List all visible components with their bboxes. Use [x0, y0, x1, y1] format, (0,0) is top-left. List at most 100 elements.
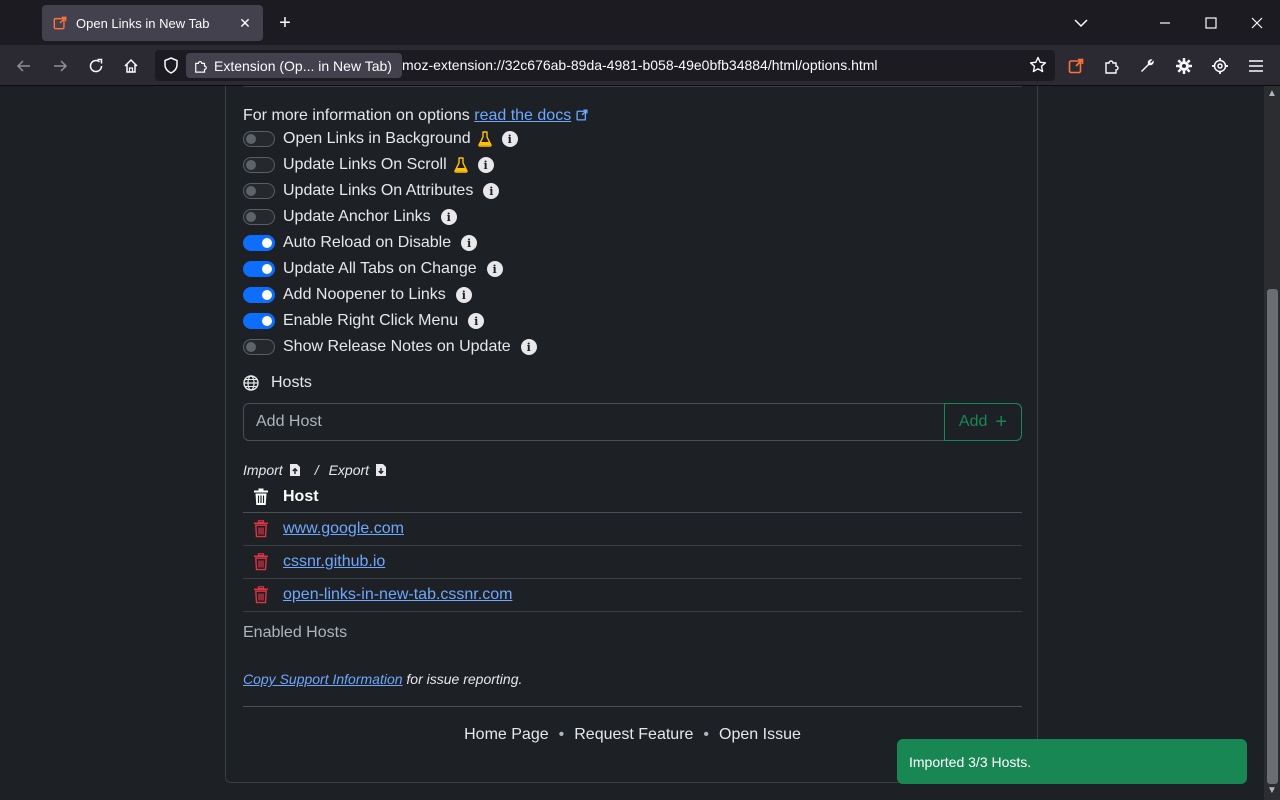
wrench-icon[interactable] [1134, 52, 1162, 80]
delete-all-trash-icon[interactable] [243, 488, 283, 506]
site-identity-chip[interactable]: Extension (Op... in New Tab) [186, 53, 402, 78]
hamburger-menu-icon[interactable] [1242, 52, 1270, 80]
table-header-row: Host [243, 481, 1022, 513]
delete-host-trash-icon[interactable] [243, 586, 283, 604]
option-label[interactable]: Open Links in Background [283, 130, 471, 148]
add-host-group: Add + [243, 403, 1022, 441]
option-toggle-switch[interactable] [243, 339, 275, 355]
read-docs-link[interactable]: read the docs [474, 107, 571, 124]
globe-icon [243, 375, 259, 391]
option-toggle-switch[interactable] [243, 183, 275, 199]
scroll-up-icon[interactable]: ▲ [1267, 89, 1277, 99]
delete-host-trash-icon[interactable] [243, 520, 283, 538]
option-row: Update Anchor Links i [243, 205, 457, 229]
option-toggle-switch[interactable] [243, 313, 275, 329]
info-circle-icon[interactable]: i [455, 287, 472, 303]
open-links-extension-icon[interactable] [1062, 52, 1090, 80]
option-label[interactable]: Update Anchor Links [283, 208, 431, 226]
divider [243, 706, 1022, 707]
list-all-tabs-icon[interactable] [1068, 10, 1094, 36]
option-row: Show Release Notes on Update i [243, 335, 537, 359]
footer-separator: • [703, 726, 710, 743]
option-toggle-switch[interactable] [243, 209, 275, 225]
docs-info-line: For more information on options read the… [243, 107, 588, 125]
option-label[interactable]: Auto Reload on Disable [283, 234, 451, 252]
support-line: Copy Support Information for issue repor… [243, 671, 522, 687]
url-bar[interactable]: Extension (Op... in New Tab) moz-extensi… [155, 50, 1055, 81]
host-link[interactable]: www.google.com [283, 520, 404, 538]
hosts-title: Hosts [271, 374, 312, 391]
close-tab-icon[interactable]: ✕ [237, 15, 253, 31]
option-label[interactable]: Update All Tabs on Change [283, 260, 477, 278]
option-row: Open Links in Background i [243, 127, 518, 151]
info-circle-icon[interactable]: i [461, 235, 478, 251]
info-circle-icon[interactable]: i [483, 183, 500, 199]
option-row: Auto Reload on Disable i [243, 231, 478, 255]
external-link-icon [52, 15, 68, 31]
option-toggle-switch[interactable] [243, 235, 275, 251]
host-link[interactable]: cssnr.github.io [283, 553, 385, 571]
option-row: Update Links On Attributes i [243, 179, 500, 203]
forward-icon[interactable] [46, 52, 74, 80]
minimize-icon[interactable] [1152, 10, 1178, 36]
maximize-icon[interactable] [1198, 10, 1224, 36]
file-export-icon[interactable] [375, 463, 387, 477]
delete-host-trash-icon[interactable] [243, 553, 283, 571]
hosts-heading: Hosts [243, 374, 312, 392]
info-circle-icon[interactable]: i [477, 157, 494, 173]
add-host-button[interactable]: Add + [944, 403, 1022, 441]
option-toggle-switch[interactable] [243, 287, 275, 303]
scroll-down-icon[interactable]: ▼ [1267, 786, 1277, 796]
new-tab-button[interactable]: + [274, 12, 296, 34]
reload-icon[interactable] [82, 52, 110, 80]
info-circle-icon[interactable]: i [440, 209, 457, 225]
option-toggle-switch[interactable] [243, 261, 275, 277]
gear-extension-icon[interactable] [1170, 52, 1198, 80]
option-label[interactable]: Update Links On Attributes [283, 182, 473, 200]
scrollbar[interactable]: ▲ ▼ [1264, 86, 1280, 800]
puzzle-icon [194, 59, 208, 73]
info-circle-icon[interactable]: i [468, 313, 485, 329]
external-link-icon [576, 109, 588, 121]
host-column-header: Host [283, 487, 319, 505]
close-window-icon[interactable] [1244, 10, 1270, 36]
extensions-puzzle-icon[interactable] [1098, 52, 1126, 80]
settings-gear-icon[interactable] [1206, 52, 1234, 80]
option-row: Enable Right Click Menu i [243, 309, 485, 333]
home-page-link[interactable]: Home Page [464, 726, 549, 743]
option-toggle-switch[interactable] [243, 131, 275, 147]
back-icon[interactable] [10, 52, 38, 80]
export-link[interactable]: Export [329, 462, 369, 478]
add-host-input[interactable] [244, 404, 944, 440]
option-label[interactable]: Show Release Notes on Update [283, 338, 511, 356]
copy-support-info-link[interactable]: Copy Support Information [243, 671, 403, 687]
bookmark-star-icon[interactable] [1029, 56, 1047, 79]
request-feature-link[interactable]: Request Feature [574, 726, 693, 743]
table-row: open-links-in-new-tab.cssnr.com [243, 579, 1022, 612]
import-export-row: Import / Export [243, 462, 397, 478]
info-circle-icon[interactable]: i [486, 261, 503, 277]
browser-tab[interactable]: Open Links in New Tab ✕ [42, 5, 263, 41]
tab-title: Open Links in New Tab [76, 15, 210, 31]
toast-notification[interactable]: Imported 3/3 Hosts. [897, 739, 1247, 784]
shield-icon[interactable] [163, 57, 179, 79]
scroll-thumb[interactable] [1267, 289, 1278, 784]
option-label[interactable]: Enable Right Click Menu [283, 312, 458, 330]
info-circle-icon[interactable]: i [520, 339, 537, 355]
option-label[interactable]: Update Links On Scroll [283, 156, 447, 174]
file-import-icon[interactable] [289, 463, 301, 477]
hosts-table: Host www.google.com cssnr.github.io open-l… [243, 481, 1022, 612]
info-text: For more information on options [243, 107, 470, 124]
option-toggle-switch[interactable] [243, 157, 275, 173]
option-label[interactable]: Add Noopener to Links [283, 286, 446, 304]
info-circle-icon[interactable]: i [501, 131, 518, 147]
option-row: Update Links On Scroll i [243, 153, 494, 177]
home-icon[interactable] [117, 52, 145, 80]
open-issue-link[interactable]: Open Issue [719, 726, 801, 743]
url-text[interactable]: moz-extension://32c676ab-89da-4981-b058-… [402, 57, 878, 73]
table-row: www.google.com [243, 513, 1022, 546]
import-link[interactable]: Import [243, 462, 283, 478]
enabled-hosts-label: Enabled Hosts [243, 624, 348, 641]
page-content: For more information on options read the… [0, 86, 1264, 800]
host-link[interactable]: open-links-in-new-tab.cssnr.com [283, 586, 512, 604]
